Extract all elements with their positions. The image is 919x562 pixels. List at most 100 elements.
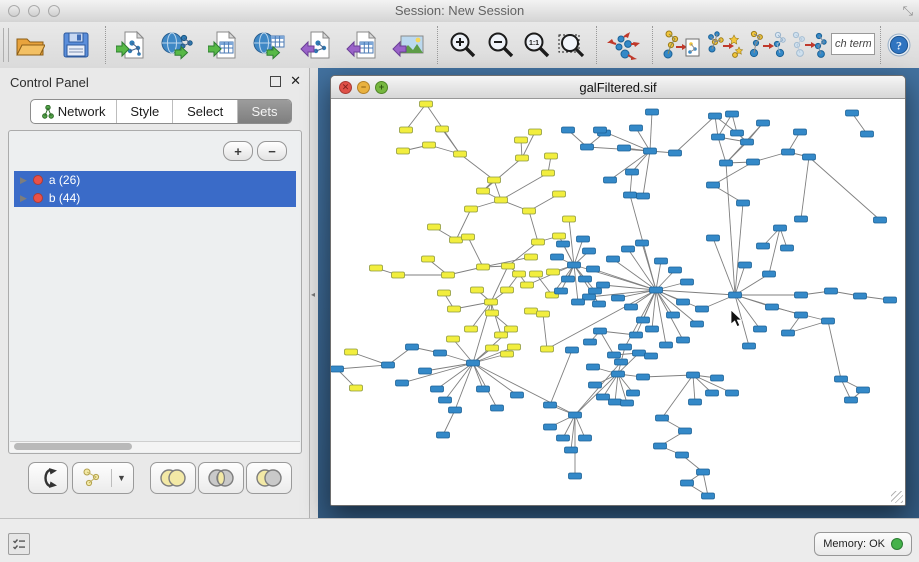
graph-node[interactable] <box>477 264 490 270</box>
graph-node[interactable] <box>654 443 667 449</box>
toolbar-drag-handle[interactable] <box>3 28 9 62</box>
graph-node[interactable] <box>794 129 807 135</box>
graph-node[interactable] <box>712 134 725 140</box>
graph-node[interactable] <box>741 139 754 145</box>
zoom-out-button[interactable] <box>484 28 518 62</box>
graph-node[interactable] <box>449 407 462 413</box>
graph-node[interactable] <box>579 276 592 282</box>
graph-node[interactable] <box>420 101 433 107</box>
graph-node[interactable] <box>633 350 646 356</box>
graph-node[interactable] <box>434 350 447 356</box>
graph-node[interactable] <box>604 177 617 183</box>
graph-node[interactable] <box>438 290 451 296</box>
graph-node[interactable] <box>726 111 739 117</box>
graph-node[interactable] <box>477 386 490 392</box>
graph-node[interactable] <box>562 276 575 282</box>
scrollbar-thumb[interactable] <box>14 443 132 450</box>
graph-node[interactable] <box>437 432 450 438</box>
diff-to-network-button[interactable] <box>660 28 702 62</box>
tab-style[interactable]: Style <box>117 100 173 123</box>
graph-node[interactable] <box>754 326 767 332</box>
graph-node[interactable] <box>681 480 694 486</box>
graph-node[interactable] <box>486 310 499 316</box>
graph-node[interactable] <box>766 304 779 310</box>
graph-node[interactable] <box>854 293 867 299</box>
graph-node[interactable] <box>774 225 787 231</box>
graph-node[interactable] <box>589 382 602 388</box>
tab-network[interactable]: Network <box>31 100 117 123</box>
graph-node[interactable] <box>422 256 435 262</box>
diff-networks-button[interactable] <box>746 28 788 62</box>
graph-node[interactable] <box>477 188 490 194</box>
graph-node[interactable] <box>350 385 363 391</box>
graph-node[interactable] <box>645 353 658 359</box>
graph-node[interactable] <box>488 177 501 183</box>
graph-node[interactable] <box>431 386 444 392</box>
graph-node[interactable] <box>557 241 570 247</box>
graph-node[interactable] <box>530 271 543 277</box>
graph-node[interactable] <box>594 127 607 133</box>
graph-node[interactable] <box>679 428 692 434</box>
graph-node[interactable] <box>729 292 742 298</box>
graph-node[interactable] <box>541 346 554 352</box>
graph-node[interactable] <box>397 148 410 154</box>
graph-node[interactable] <box>625 304 638 310</box>
graph-node[interactable] <box>511 392 524 398</box>
close-icon[interactable]: ✕ <box>290 73 301 89</box>
open-session-button[interactable] <box>12 28 48 62</box>
graph-node[interactable] <box>607 256 620 262</box>
graph-node[interactable] <box>646 109 659 115</box>
graph-node[interactable] <box>630 332 643 338</box>
horizontal-scrollbar[interactable] <box>10 441 300 452</box>
graph-node[interactable] <box>525 308 538 314</box>
graph-node[interactable] <box>737 200 750 206</box>
graph-node[interactable] <box>619 344 632 350</box>
intersection-button[interactable] <box>198 462 244 494</box>
export-network-button[interactable] <box>298 28 334 62</box>
graph-node[interactable] <box>681 279 694 285</box>
graph-node[interactable] <box>439 397 452 403</box>
graph-node[interactable] <box>589 288 602 294</box>
graph-node[interactable] <box>637 374 650 380</box>
graph-node[interactable] <box>382 362 395 368</box>
graph-node[interactable] <box>505 326 518 332</box>
graph-node[interactable] <box>553 233 566 239</box>
graph-node[interactable] <box>400 127 413 133</box>
graph-node[interactable] <box>618 145 631 151</box>
graph-node[interactable] <box>757 243 770 249</box>
fullscreen-icon[interactable]: ⤡ <box>903 3 913 19</box>
graph-node[interactable] <box>846 110 859 116</box>
graph-node[interactable] <box>551 254 564 260</box>
graph-node[interactable] <box>884 297 897 303</box>
graph-node[interactable] <box>525 254 538 260</box>
graph-node[interactable] <box>462 234 475 240</box>
chevron-down-icon[interactable]: ▼ <box>117 473 126 483</box>
graph-node[interactable] <box>669 150 682 156</box>
import-network-file-button[interactable] <box>114 28 150 62</box>
graph-node[interactable] <box>579 435 592 441</box>
search-input[interactable] <box>831 33 875 55</box>
import-table-url-button[interactable] <box>252 28 288 62</box>
graph-node[interactable] <box>782 149 795 155</box>
graph-node[interactable] <box>874 217 887 223</box>
graph-node[interactable] <box>545 153 558 159</box>
graph-node[interactable] <box>691 321 704 327</box>
graph-node[interactable] <box>726 390 739 396</box>
graph-node[interactable] <box>569 473 582 479</box>
graph-node[interactable] <box>568 262 581 268</box>
graph-node[interactable] <box>557 435 570 441</box>
network-canvas[interactable] <box>331 99 905 505</box>
graph-node[interactable] <box>707 235 720 241</box>
graph-node[interactable] <box>465 326 478 332</box>
graph-node[interactable] <box>471 287 484 293</box>
diff-fade-compare-button[interactable] <box>788 28 830 62</box>
graph-node[interactable] <box>396 380 409 386</box>
graph-node[interactable] <box>857 387 870 393</box>
graph-node[interactable] <box>521 282 534 288</box>
graph-node[interactable] <box>537 311 550 317</box>
graph-node[interactable] <box>406 344 419 350</box>
tab-sets[interactable]: Sets <box>238 100 291 123</box>
graph-node[interactable] <box>532 239 545 245</box>
graph-node[interactable] <box>845 397 858 403</box>
graph-node[interactable] <box>621 400 634 406</box>
